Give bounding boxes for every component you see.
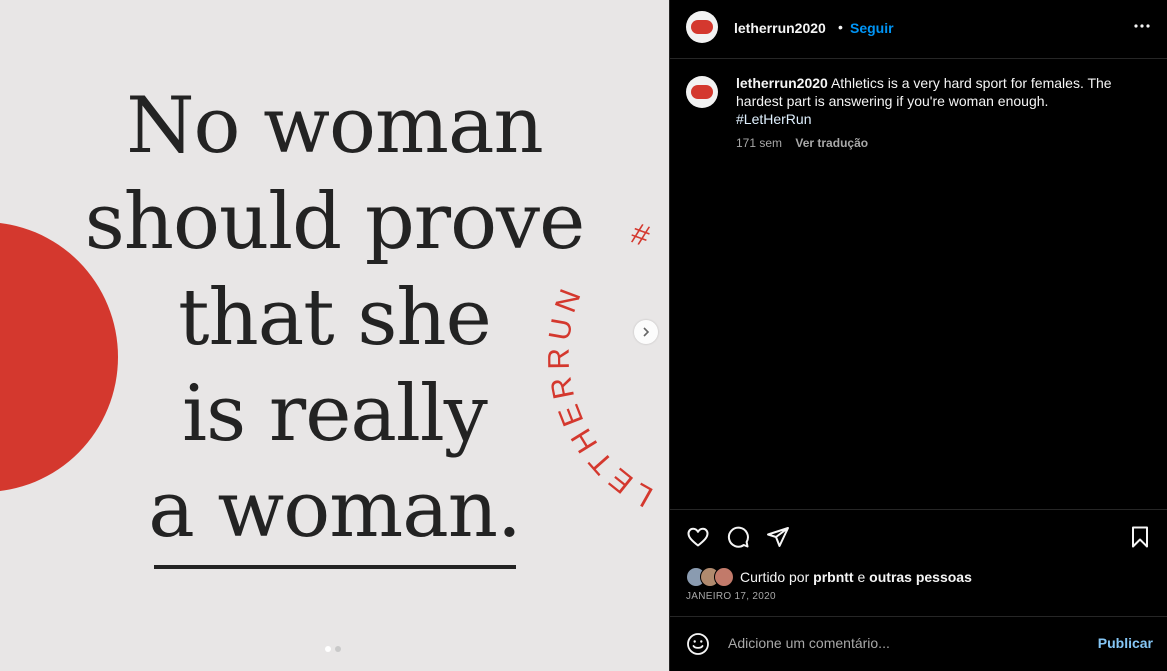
post-age: 171 sem	[736, 136, 783, 150]
next-slide-button[interactable]	[634, 320, 658, 344]
liked-by-user[interactable]: prbntt	[813, 569, 853, 585]
comment-input[interactable]	[726, 634, 1070, 652]
share-icon	[767, 527, 789, 547]
liked-by-joiner: e	[857, 569, 866, 585]
caption-avatar[interactable]	[686, 76, 718, 108]
post-actions: Curtido por prbntt e outras pessoas JANE…	[670, 509, 1167, 670]
avatar-logo	[691, 20, 713, 34]
save-button[interactable]	[1128, 525, 1152, 549]
header-username[interactable]: letherrun2020	[734, 20, 826, 36]
emoji-icon	[687, 633, 709, 655]
caption-username[interactable]: letherrun2020	[736, 75, 828, 91]
post-media[interactable]: No woman should prove that she is really…	[0, 0, 669, 671]
quote-line: No woman	[126, 81, 543, 171]
comment-bar: Publicar	[670, 616, 1167, 671]
more-horizontal-icon	[1134, 24, 1150, 28]
avatar-logo	[691, 85, 713, 99]
share-button[interactable]	[766, 525, 790, 549]
carousel-dot-active	[325, 646, 331, 652]
liked-by-text: Curtido por prbntt e outras pessoas	[740, 569, 972, 585]
letherrun-arc-text: LETHERRUN #	[543, 217, 660, 510]
comment-icon	[727, 526, 749, 548]
separator-dot: •	[838, 19, 843, 35]
liker-avatar	[714, 567, 734, 587]
post-details-panel: letherrun2020 • Seguir letherrun2020 Ath…	[669, 0, 1167, 671]
bookmark-icon	[1132, 526, 1148, 548]
arc-text: LETHERRUN	[543, 279, 659, 510]
publish-button[interactable]: Publicar	[1098, 635, 1153, 651]
more-options-icon[interactable]	[1132, 16, 1152, 41]
avatar[interactable]	[686, 11, 718, 43]
liked-by: Curtido por prbntt e outras pessoas	[686, 567, 972, 587]
like-button[interactable]	[686, 525, 710, 549]
arc-hash: #	[627, 217, 660, 256]
caption-text: letherrun2020 Athletics is a very hard s…	[736, 74, 1146, 128]
heart-icon	[687, 527, 709, 547]
follow-button[interactable]: Seguir	[850, 20, 894, 36]
post-date: JANEIRO 17, 2020	[686, 591, 776, 602]
liked-by-prefix: Curtido por	[740, 569, 810, 585]
carousel-dots	[325, 646, 341, 652]
post-view: No woman should prove that she is really…	[0, 0, 1167, 671]
liked-by-others[interactable]: outras pessoas	[869, 569, 972, 585]
caption-meta: 171 sem Ver tradução	[736, 136, 868, 150]
comment-button[interactable]	[726, 525, 750, 549]
caption-hashtag[interactable]: #LetHerRun	[736, 110, 1146, 128]
emoji-button[interactable]	[686, 632, 710, 661]
post-header: letherrun2020 • Seguir	[670, 0, 1167, 59]
carousel-dot	[335, 646, 341, 652]
quote-underline	[154, 565, 516, 569]
chevron-right-icon	[643, 327, 650, 337]
see-translation-link[interactable]: Ver tradução	[795, 136, 868, 150]
